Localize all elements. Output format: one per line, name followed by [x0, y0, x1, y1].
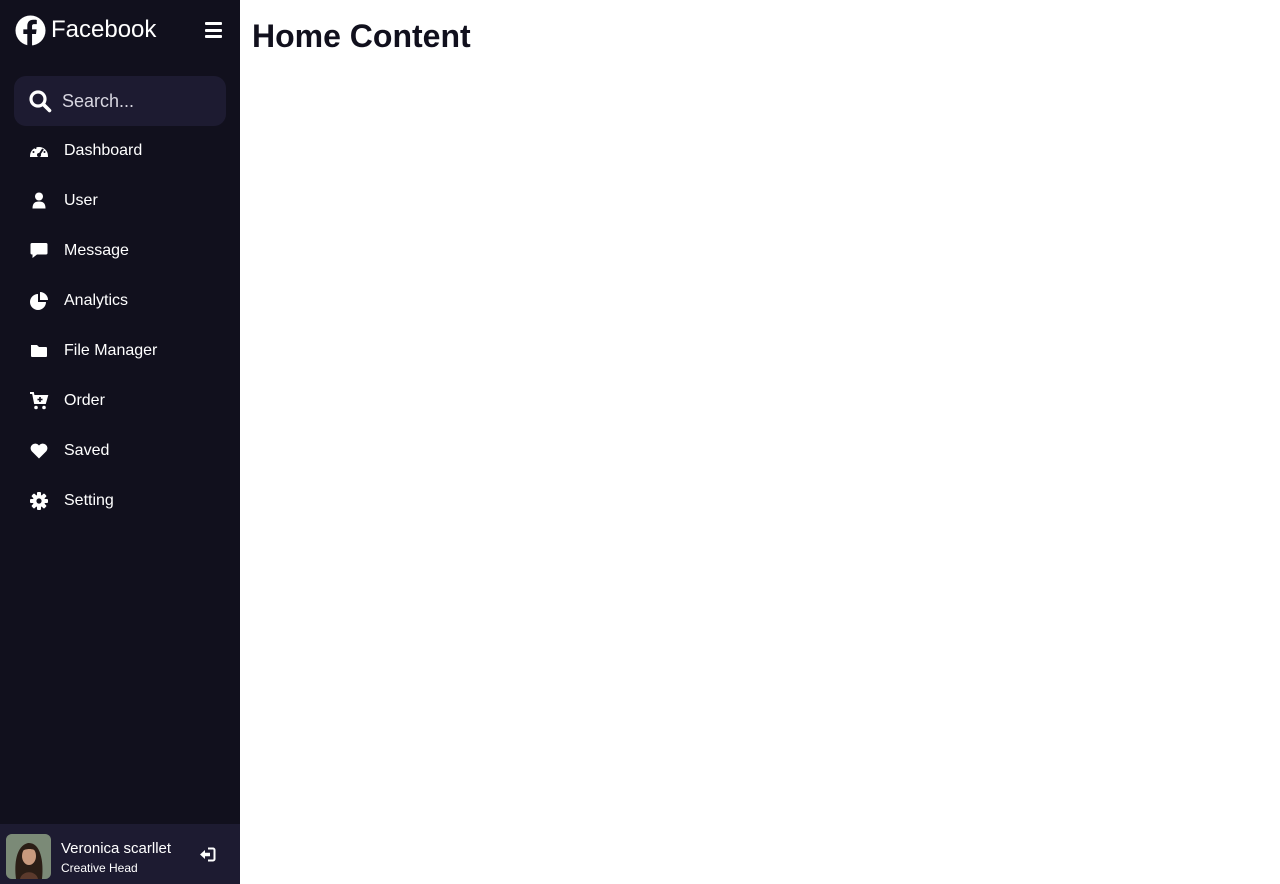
- dashboard-icon: [30, 147, 48, 157]
- search-icon[interactable]: [28, 89, 52, 113]
- sidebar-item-user[interactable]: User: [0, 176, 240, 226]
- search-input[interactable]: [62, 84, 217, 118]
- sidebar-item-order[interactable]: Order: [0, 376, 240, 426]
- sidebar-nav: Dashboard User Message Analytics File Ma…: [0, 126, 240, 526]
- logout-icon[interactable]: [199, 846, 216, 863]
- sidebar-item-label: Setting: [64, 492, 114, 509]
- menu-bar-icon: [205, 35, 222, 38]
- profile-section: Veronica scarllet Creative Head: [0, 824, 240, 884]
- sidebar-item-label: User: [64, 192, 98, 209]
- search-box: [14, 76, 226, 126]
- profile-name: Veronica scarllet: [61, 840, 172, 857]
- sidebar-item-label: Dashboard: [64, 142, 143, 159]
- avatar[interactable]: [6, 834, 51, 879]
- heart-icon: [30, 443, 48, 459]
- avatar-image: [6, 834, 51, 879]
- menu-bar-icon: [205, 28, 222, 32]
- sidebar: Facebook Dashboard: [0, 0, 240, 884]
- home-section: Home Content: [240, 0, 1280, 884]
- logo-row: Facebook: [0, 0, 240, 62]
- logo-name: Facebook: [51, 16, 157, 43]
- sidebar-item-setting[interactable]: Setting: [0, 476, 240, 526]
- user-icon: [32, 192, 46, 209]
- message-icon: [30, 243, 48, 258]
- sidebar-item-label: Order: [64, 392, 105, 409]
- sidebar-item-analytics[interactable]: Analytics: [0, 276, 240, 326]
- menu-toggle-button[interactable]: [205, 22, 225, 42]
- folder-icon: [31, 345, 47, 357]
- page-title: Home Content: [252, 18, 471, 54]
- profile-job: Creative Head: [61, 861, 138, 875]
- facebook-logo-icon: [15, 15, 46, 46]
- menu-bar-icon: [205, 22, 222, 25]
- sidebar-item-dashboard[interactable]: Dashboard: [0, 126, 240, 176]
- gear-icon: [30, 492, 48, 510]
- sidebar-item-file-manager[interactable]: File Manager: [0, 326, 240, 376]
- sidebar-item-label: Saved: [64, 442, 110, 459]
- sidebar-item-label: Message: [64, 242, 129, 259]
- sidebar-item-saved[interactable]: Saved: [0, 426, 240, 476]
- sidebar-item-message[interactable]: Message: [0, 226, 240, 276]
- sidebar-item-label: File Manager: [64, 342, 158, 359]
- cart-icon: [30, 392, 49, 410]
- analytics-icon: [30, 292, 48, 310]
- sidebar-item-label: Analytics: [64, 292, 129, 309]
